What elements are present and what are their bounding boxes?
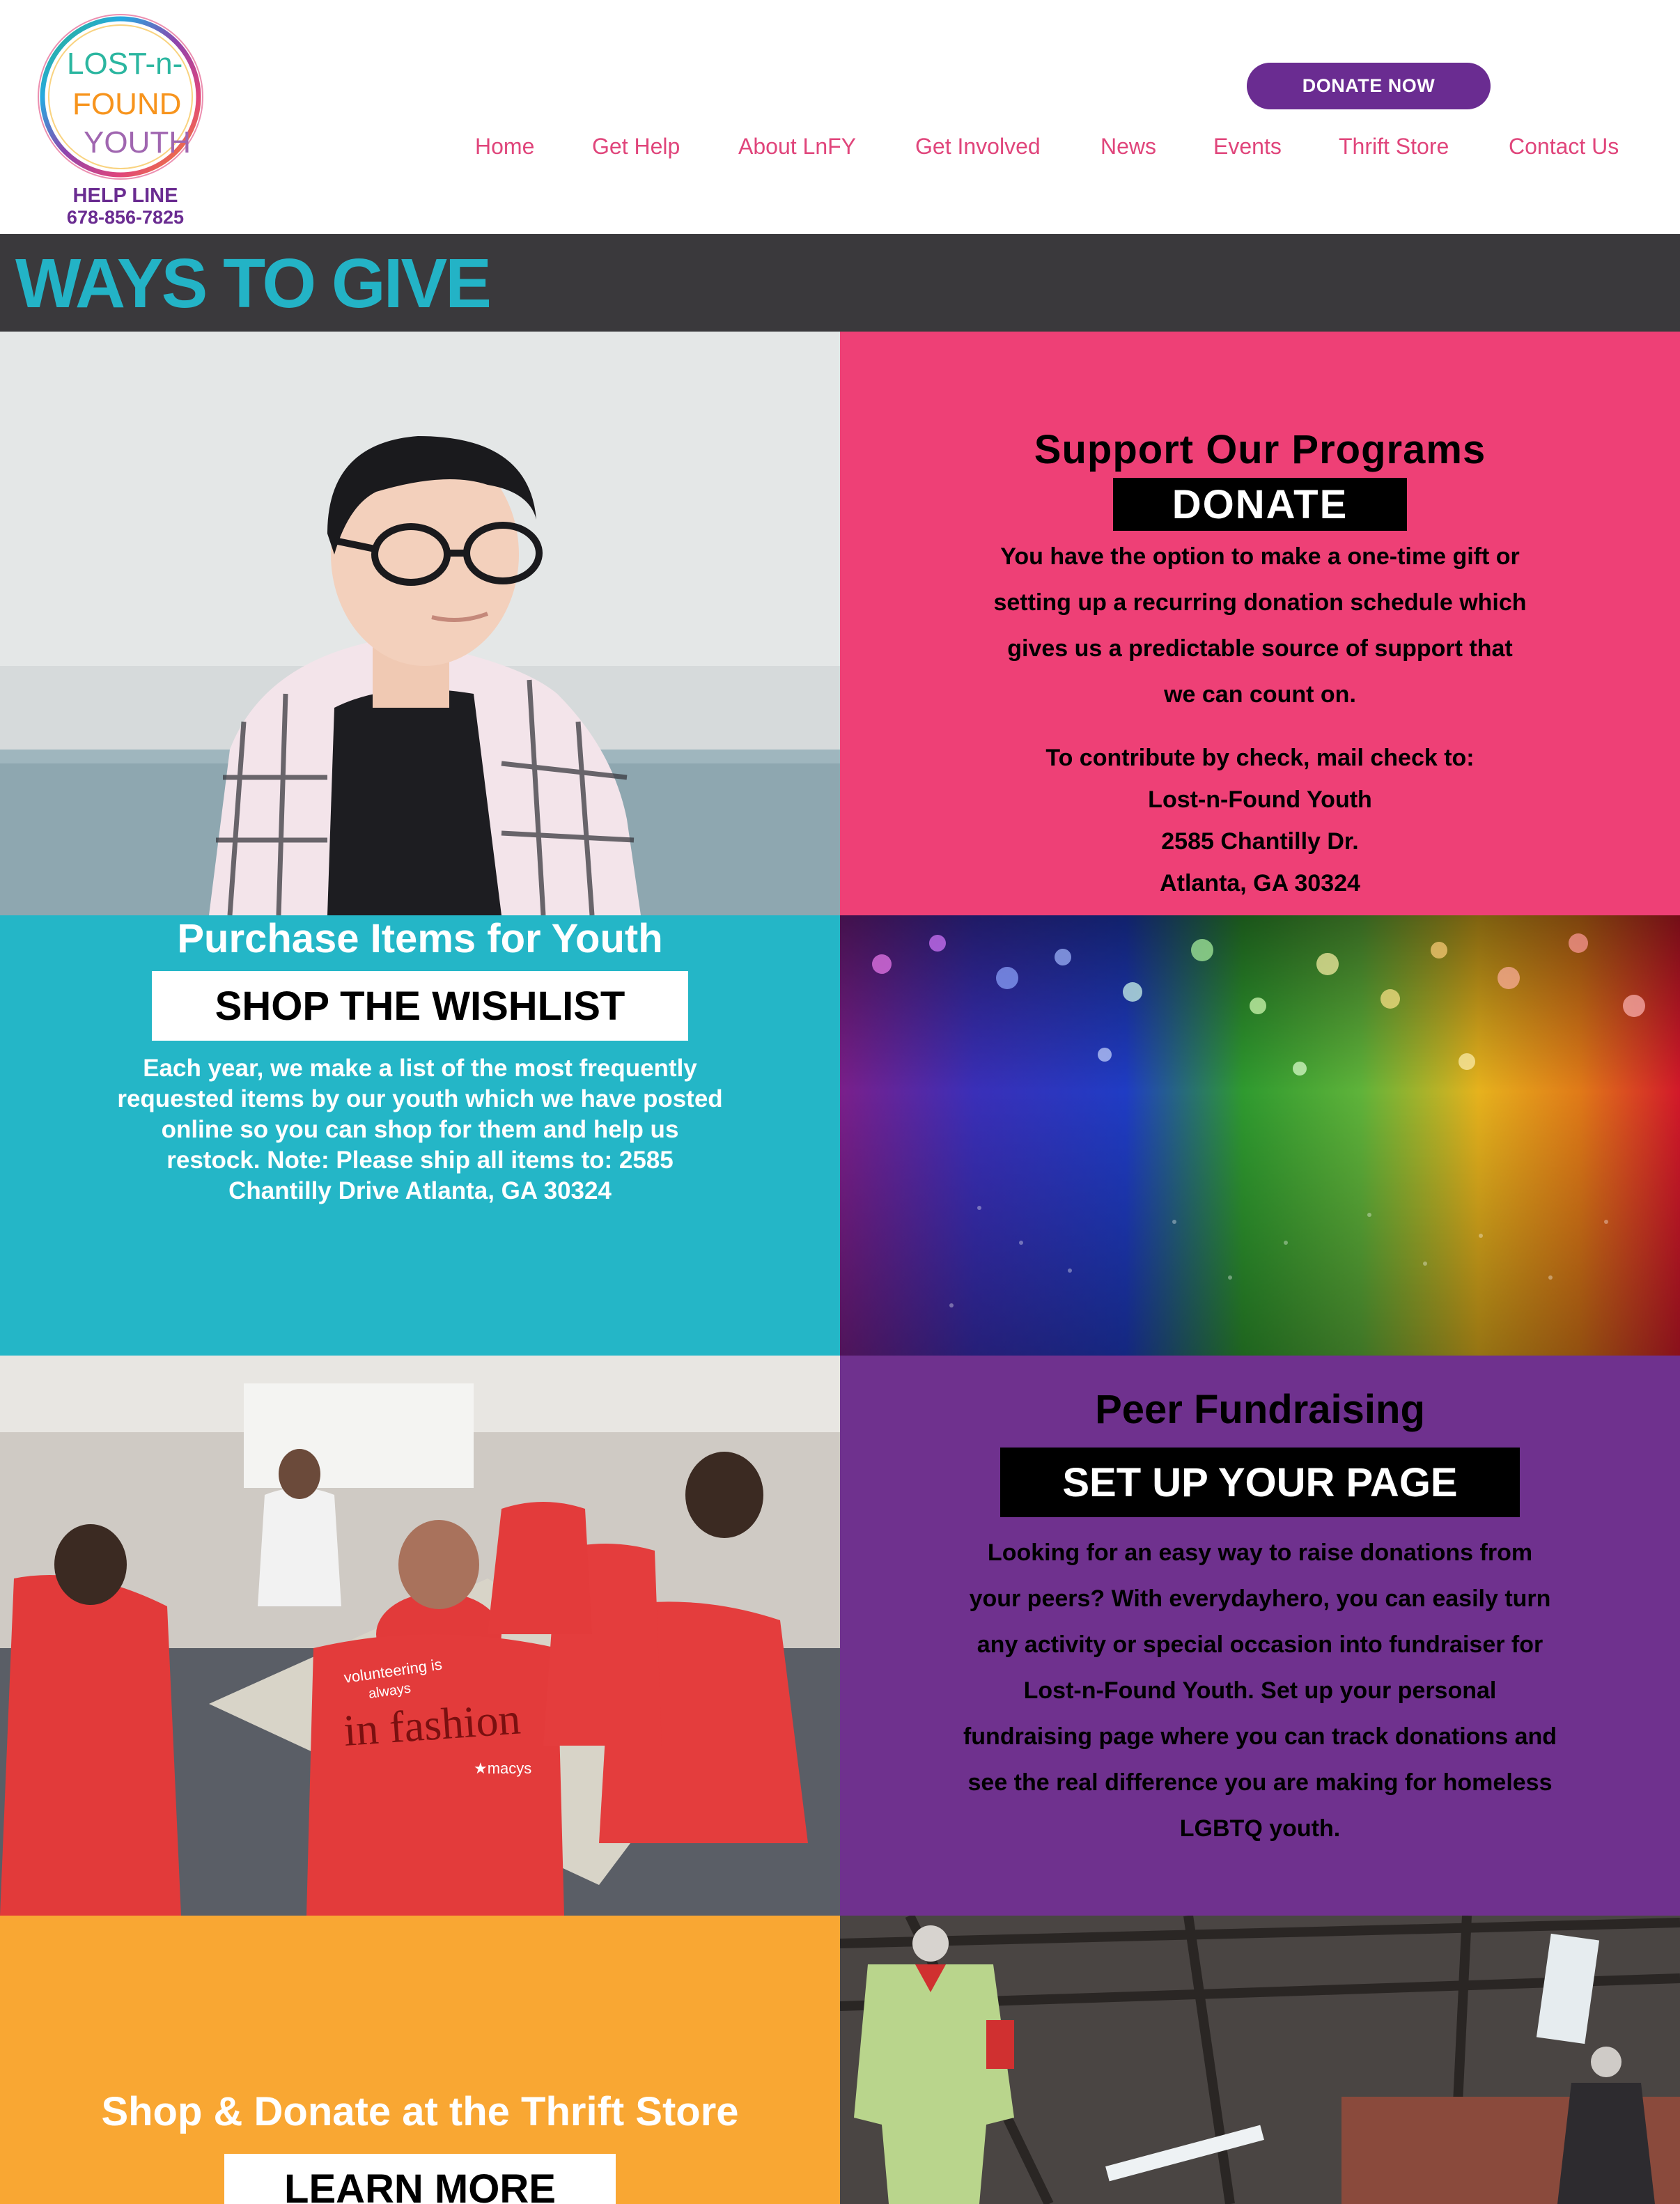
peer-fundraising-description: Looking for an easy way to raise donatio… — [910, 1530, 1610, 1852]
peer-description-line: Looking for an easy way to raise donatio… — [987, 1539, 1533, 1566]
wishlist-description-line: requested items by our youth which we ha… — [117, 1085, 723, 1112]
peer-fundraising-panel: Peer Fundraising SET UP YOUR PAGE Lookin… — [840, 1356, 1680, 1916]
mailing-name: Lost-n-Found Youth — [1148, 786, 1372, 813]
check-mailing-info: To contribute by check, mail check to: L… — [910, 737, 1610, 904]
support-programs-title: Support Our Programs — [1034, 427, 1486, 472]
peer-fundraising-title: Peer Fundraising — [1095, 1387, 1425, 1432]
page-title-bar: WAYS TO GIVE — [0, 234, 1680, 332]
peer-description-line: any activity or special occasion into fu… — [977, 1631, 1543, 1658]
mailing-city: Atlanta, GA 30324 — [1160, 870, 1360, 897]
wishlist-description-line: restock. Note: Please ship all items to:… — [166, 1147, 674, 1174]
programs-description-line: gives us a predictable source of support… — [1007, 635, 1513, 662]
shop-wishlist-button[interactable]: SHOP THE WISHLIST — [152, 971, 688, 1041]
set-up-your-page-button[interactable]: SET UP YOUR PAGE — [1000, 1448, 1520, 1517]
nav-item-get-involved[interactable]: Get Involved — [915, 134, 1041, 160]
helpline-phone[interactable]: 678-856-7825 — [28, 206, 223, 228]
wishlist-title: Purchase Items for Youth — [177, 916, 663, 961]
peer-description-line: your peers? With everydayhero, you can e… — [969, 1585, 1551, 1612]
logo-text-found: FOUND — [72, 87, 181, 121]
programs-description-line: You have the option to make a one-time g… — [1000, 543, 1520, 570]
nav-item-home[interactable]: Home — [475, 134, 534, 160]
mailing-street: 2585 Chantilly Dr. — [1161, 828, 1359, 855]
wishlist-description-line: Each year, we make a list of the most fr… — [143, 1055, 697, 1082]
nav-item-contact-us[interactable]: Contact Us — [1509, 134, 1619, 160]
wishlist-description-line: online so you can shop for them and help… — [161, 1116, 679, 1143]
wishlist-panel: Purchase Items for Youth SHOP THE WISHLI… — [0, 915, 840, 1356]
page-title: WAYS TO GIVE — [15, 245, 492, 323]
support-programs-panel: Support Our Programs DONATE You have the… — [840, 332, 1680, 915]
shirt-text-brand: ★macys — [474, 1760, 531, 1777]
nav-item-about[interactable]: About LnFY — [738, 134, 856, 160]
peer-description-line: LGBTQ youth. — [1179, 1815, 1341, 1842]
volunteer-portrait-photo — [0, 332, 840, 915]
donate-now-button[interactable]: DONATE NOW — [1247, 63, 1491, 109]
thrift-store-title: Shop & Donate at the Thrift Store — [101, 2089, 739, 2134]
wishlist-description: Each year, we make a list of the most fr… — [70, 1053, 770, 1206]
site-header: LOST-n- FOUND YOUTH HELP LINE 678-856-78… — [0, 0, 1680, 234]
nav-item-news[interactable]: News — [1100, 134, 1156, 160]
programs-description-line: we can count on. — [1164, 681, 1356, 708]
peer-description-line: fundraising page where you can track don… — [963, 1723, 1557, 1750]
programs-description: You have the option to make a one-time g… — [910, 534, 1610, 717]
logo-text-lost: LOST-n- — [67, 47, 182, 81]
donate-button[interactable]: DONATE — [1113, 478, 1407, 531]
nav-item-events[interactable]: Events — [1213, 134, 1282, 160]
peer-description-line: see the real difference you are making f… — [967, 1769, 1553, 1796]
check-instructions: To contribute by check, mail check to: — [1045, 745, 1475, 771]
wishlist-description-line: Chantilly Drive Atlanta, GA 30324 — [228, 1177, 612, 1204]
thrift-store-photo — [840, 1916, 1680, 2204]
learn-more-button[interactable]: LEARN MORE — [224, 2154, 616, 2204]
rainbow-glitter-photo — [840, 915, 1680, 1356]
peer-description-line: Lost-n-Found Youth. Set up your personal — [1023, 1677, 1497, 1704]
helpline: HELP LINE 678-856-7825 — [28, 185, 223, 228]
volunteer-meeting-photo: volunteering is always in fashion ★macys — [0, 1356, 840, 1916]
nav-item-thrift-store[interactable]: Thrift Store — [1339, 134, 1449, 160]
thrift-store-panel: Shop & Donate at the Thrift Store LEARN … — [0, 1916, 840, 2204]
nav-item-get-help[interactable]: Get Help — [592, 134, 680, 160]
programs-description-line: setting up a recurring donation schedule… — [993, 589, 1527, 616]
main-nav: Home Get Help About LnFY Get Involved Ne… — [0, 134, 1680, 167]
helpline-title: HELP LINE — [72, 185, 178, 207]
